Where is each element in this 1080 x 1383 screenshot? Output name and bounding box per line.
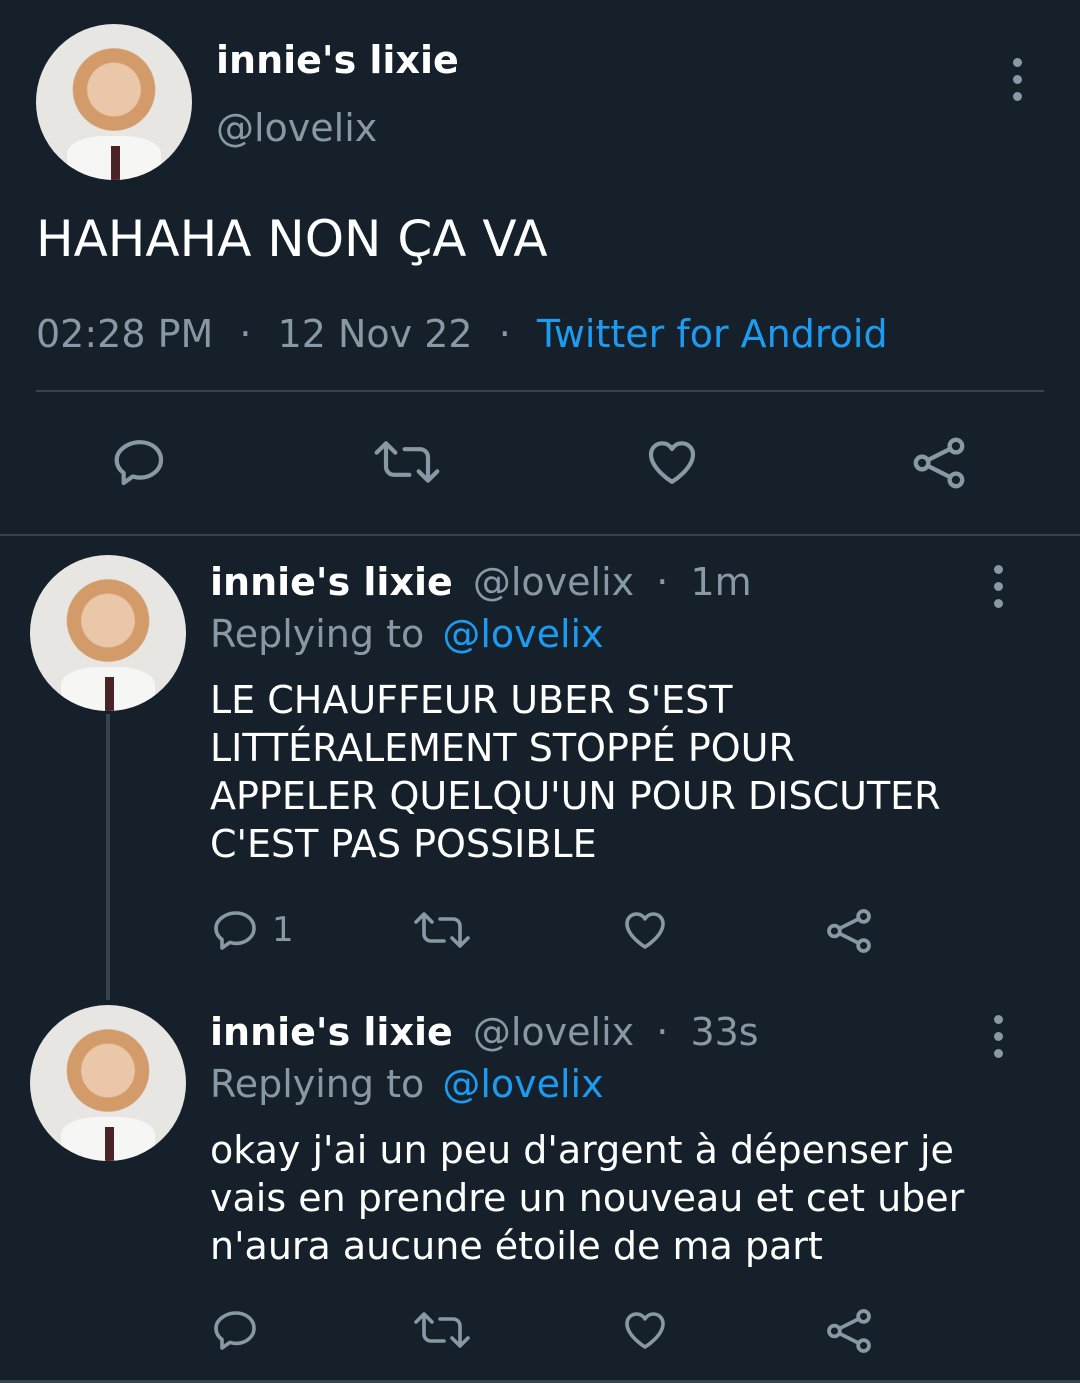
more-icon[interactable] (991, 565, 1005, 616)
meta-separator: · (239, 312, 252, 356)
tweet-text-line: C'EST PAS POSSIBLE (210, 822, 597, 866)
section-divider (0, 534, 1080, 536)
tweet-date: 12 Nov 22 (277, 312, 473, 356)
tweet-text-line: okay j'ai un peu d'argent à dépenser je (210, 1128, 954, 1172)
replying-to: Replying to @lovelix (210, 1062, 604, 1106)
replying-label: Replying to (210, 1062, 425, 1106)
handle[interactable]: @lovelix (216, 106, 377, 150)
retweet-icon[interactable] (372, 434, 442, 490)
avatar-tie (104, 1126, 115, 1161)
avatar-tie (110, 145, 121, 180)
reply-icon[interactable] (212, 1306, 260, 1354)
tweet-text-line: vais en prendre un nouveau et cet uber (210, 1176, 965, 1220)
tweet-text-line: n'aura aucune étoile de ma part (210, 1224, 823, 1268)
tweet-text-line: LITTÉRALEMENT STOPPÉ POUR (210, 726, 795, 770)
replying-to: Replying to @lovelix (210, 612, 604, 656)
tweet-text: LE CHAUFFEUR UBER S'EST LITTÉRALEMENT ST… (210, 676, 941, 868)
tweet-text: okay j'ai un peu d'argent à dépenser je … (210, 1126, 964, 1270)
meta-separator: · (656, 560, 669, 604)
display-name[interactable]: innie's lixie (210, 560, 453, 604)
like-icon[interactable] (620, 1306, 670, 1354)
handle[interactable]: @lovelix (473, 1010, 634, 1054)
reply-icon[interactable] (112, 434, 168, 490)
avatar-tie (104, 676, 115, 711)
display-name[interactable]: innie's lixie (216, 38, 459, 82)
share-icon[interactable] (910, 434, 968, 492)
replying-label: Replying to (210, 612, 425, 656)
replying-handle[interactable]: @lovelix (442, 612, 603, 656)
display-name[interactable]: innie's lixie (210, 1010, 453, 1054)
tweet-source[interactable]: Twitter for Android (537, 312, 888, 356)
meta-separator: · (498, 312, 511, 356)
like-icon[interactable] (642, 434, 702, 490)
avatar[interactable] (30, 1005, 186, 1161)
more-icon[interactable] (991, 1015, 1005, 1066)
reply-icon[interactable] (212, 906, 260, 954)
avatar[interactable] (36, 24, 192, 180)
retweet-icon[interactable] (412, 1306, 472, 1354)
thread-line (106, 714, 110, 1000)
tweet-age: 33s (690, 1010, 759, 1054)
reply-header: innie's lixie @lovelix · 33s (210, 1010, 759, 1054)
reply-header: innie's lixie @lovelix · 1m (210, 560, 752, 604)
tweet-text: HAHAHA NON ÇA VA (36, 210, 548, 268)
replying-handle[interactable]: @lovelix (442, 1062, 603, 1106)
more-icon[interactable] (1010, 58, 1024, 109)
meta-separator: · (656, 1010, 669, 1054)
retweet-icon[interactable] (412, 906, 472, 954)
tweet-text-line: LE CHAUFFEUR UBER S'EST (210, 678, 733, 722)
tweet-meta: 02:28 PM · 12 Nov 22 · Twitter for Andro… (36, 312, 888, 356)
share-icon[interactable] (824, 1306, 874, 1356)
like-icon[interactable] (620, 906, 670, 954)
tweet-text-line: APPELER QUELQU'UN POUR DISCUTER (210, 774, 941, 818)
reply-count: 1 (272, 910, 294, 950)
divider (36, 390, 1044, 392)
tweet-time: 02:28 PM (36, 312, 214, 356)
handle[interactable]: @lovelix (473, 560, 634, 604)
share-icon[interactable] (824, 906, 874, 956)
avatar[interactable] (30, 555, 186, 711)
tweet-age: 1m (690, 560, 752, 604)
